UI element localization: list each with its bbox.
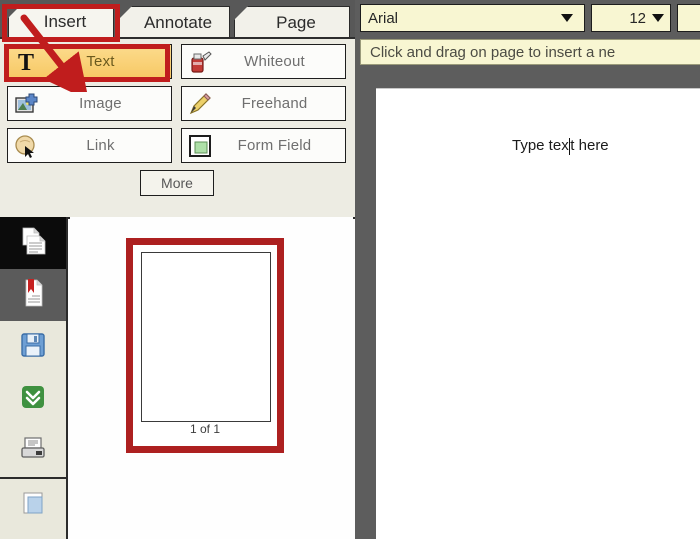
- rail-item-download[interactable]: [0, 373, 66, 425]
- document-text-placeholder[interactable]: Type tex t here: [512, 137, 609, 155]
- tab-annotate-label: Annotate: [143, 12, 213, 32]
- tool-button-freehand[interactable]: Freehand: [181, 86, 346, 121]
- thumbnail-caption: 1 of 1: [189, 422, 221, 436]
- whiteout-icon: [182, 45, 218, 78]
- tool-button-whiteout-label: Whiteout: [244, 53, 305, 70]
- printer-icon: [18, 435, 48, 468]
- side-rail: [0, 217, 68, 539]
- annotation-arrow: [20, 14, 89, 92]
- font-family-value: Arial: [368, 9, 399, 27]
- document-text-after-caret: t here: [570, 137, 609, 154]
- tool-button-image-label: Image: [79, 95, 122, 112]
- text-caret: [568, 138, 571, 155]
- tool-row: Link Form Field: [7, 128, 347, 163]
- rail-item-bookmarks[interactable]: [0, 269, 66, 321]
- more-button[interactable]: More: [140, 170, 214, 196]
- pdf-editor-window: Insert Annotate Page T Text Whiteout Ima…: [0, 0, 700, 539]
- font-family-select[interactable]: Arial: [360, 4, 585, 32]
- bookmark-icon: [19, 277, 47, 314]
- thumbnail-item-selected[interactable]: 1 of 1: [126, 238, 284, 453]
- tab-page-label: Page: [276, 12, 316, 32]
- document-icon: [19, 489, 47, 522]
- hint-text: Click and drag on page to insert a ne: [370, 43, 616, 61]
- pencil-icon: [182, 87, 218, 120]
- font-extra-select[interactable]: [677, 4, 700, 32]
- thumbnail-list[interactable]: 1 of 1: [70, 217, 353, 539]
- tool-button-form-field[interactable]: Form Field: [181, 128, 346, 163]
- chevron-down-icon: [561, 14, 573, 22]
- more-row: More: [7, 170, 347, 196]
- tool-button-link[interactable]: Link: [7, 128, 172, 163]
- document-page[interactable]: Type tex t here: [376, 88, 700, 539]
- pages-icon: [18, 225, 48, 262]
- document-text-before-caret: Type tex: [512, 137, 569, 154]
- tab-annotate[interactable]: Annotate: [118, 6, 230, 38]
- tool-button-freehand-label: Freehand: [241, 95, 308, 112]
- document-right-panel: Arial 12 Click and drag on page to inser…: [355, 0, 700, 539]
- link-cursor-icon: [8, 129, 44, 162]
- floppy-save-icon: [19, 331, 47, 364]
- document-canvas-top: [355, 70, 700, 88]
- tool-button-whiteout[interactable]: Whiteout: [181, 44, 346, 79]
- font-size-value: 12: [629, 9, 646, 27]
- thumbnail-page-preview: [141, 252, 271, 422]
- tool-button-form-field-label: Form Field: [237, 137, 312, 154]
- rail-item-print[interactable]: [0, 425, 66, 477]
- chevron-down-icon: [652, 14, 664, 22]
- font-toolbar: Arial 12: [355, 0, 700, 38]
- font-size-select[interactable]: 12: [591, 4, 671, 32]
- hint-bar: Click and drag on page to insert a ne: [360, 39, 700, 65]
- form-field-icon: [182, 129, 218, 162]
- more-button-label: More: [161, 175, 193, 191]
- download-icon: [19, 383, 47, 416]
- rail-item-document[interactable]: [0, 477, 66, 531]
- tool-button-link-label: Link: [86, 137, 115, 154]
- rail-item-pages[interactable]: [0, 217, 66, 269]
- rail-item-save[interactable]: [0, 321, 66, 373]
- tab-page[interactable]: Page: [234, 6, 350, 38]
- editor-left-panel: Insert Annotate Page T Text Whiteout Ima…: [0, 0, 355, 539]
